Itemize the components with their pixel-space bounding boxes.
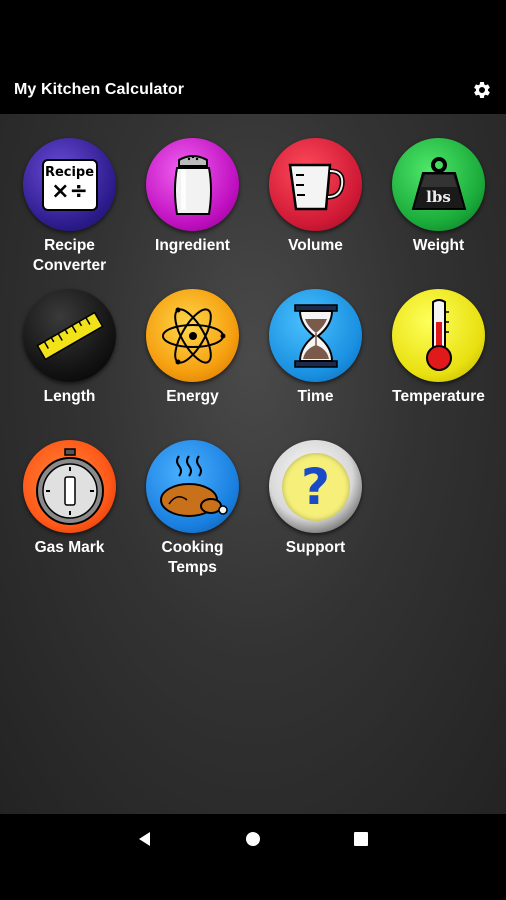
tile-label: Temperature (392, 388, 485, 405)
tile-energy[interactable]: Energy (131, 289, 254, 439)
thermometer-graphic (425, 298, 452, 371)
measuring-cup-graphic (288, 163, 345, 210)
back-icon (139, 832, 150, 846)
tile-label: Ingredient (155, 237, 230, 254)
calculator-grid: Recipe ×÷ Recipe Converter Ingredient Vo… (0, 114, 506, 814)
recipe-icon-symbols: ×÷ (51, 179, 88, 204)
tile-label: Time (297, 388, 334, 405)
app-bar: My Kitchen Calculator (0, 66, 506, 114)
measuring-cup-icon (269, 138, 362, 231)
status-bar (0, 0, 506, 66)
salt-shaker-icon (146, 138, 239, 231)
recents-button[interactable] (349, 827, 373, 851)
ruler-graphic (35, 311, 104, 360)
tile-label: Support (285, 539, 346, 556)
tile-support[interactable]: ? Support (254, 440, 377, 590)
atom-graphic (161, 307, 225, 364)
tile-length[interactable]: Length (8, 289, 131, 439)
tile-gas-mark[interactable]: Gas Mark (8, 440, 131, 590)
app-title: My Kitchen Calculator (14, 81, 185, 98)
tile-recipe-converter[interactable]: Recipe ×÷ Recipe Converter (8, 138, 131, 288)
tile-volume[interactable]: Volume (254, 138, 377, 288)
stopwatch-graphic (35, 447, 104, 525)
ruler-icon (23, 289, 116, 382)
tile-label: Gas Mark (34, 539, 105, 556)
settings-button[interactable] (470, 78, 494, 102)
tile-label: Energy (166, 388, 219, 405)
support-icon-text: ? (300, 457, 330, 516)
tile-label: Length (43, 388, 96, 405)
salt-shaker-graphic (173, 154, 212, 215)
navigation-bar (0, 814, 506, 900)
tile-label: Weight (412, 237, 465, 254)
stopwatch-icon (23, 440, 116, 533)
thermometer-icon (392, 289, 485, 382)
tile-ingredient[interactable]: Ingredient (131, 138, 254, 288)
back-button[interactable] (133, 827, 157, 851)
hourglass-graphic (293, 303, 338, 368)
tile-weight[interactable]: lbs Weight (377, 138, 500, 288)
recipe-icon-text: Recipe (44, 165, 95, 180)
hourglass-icon (269, 289, 362, 382)
tile-time[interactable]: Time (254, 289, 377, 439)
tile-label: Recipe Converter (32, 237, 107, 274)
tile-temperature[interactable]: Temperature (377, 289, 500, 439)
gear-icon (474, 81, 490, 98)
atom-icon (146, 289, 239, 382)
recents-icon (354, 832, 368, 846)
home-icon (246, 832, 260, 846)
tile-label: Volume (288, 237, 343, 254)
recipe-converter-icon: Recipe ×÷ (23, 138, 116, 231)
weight-icon-text: lbs (426, 188, 451, 206)
tile-cooking-temps[interactable]: Cooking Temps (131, 440, 254, 590)
roast-chicken-icon (146, 440, 239, 533)
roast-chicken-graphic (159, 454, 228, 517)
tile-label: Cooking Temps (161, 539, 224, 576)
weight-lbs-icon: lbs (392, 138, 485, 231)
home-button[interactable] (241, 827, 265, 851)
question-mark-icon: ? (269, 440, 362, 533)
